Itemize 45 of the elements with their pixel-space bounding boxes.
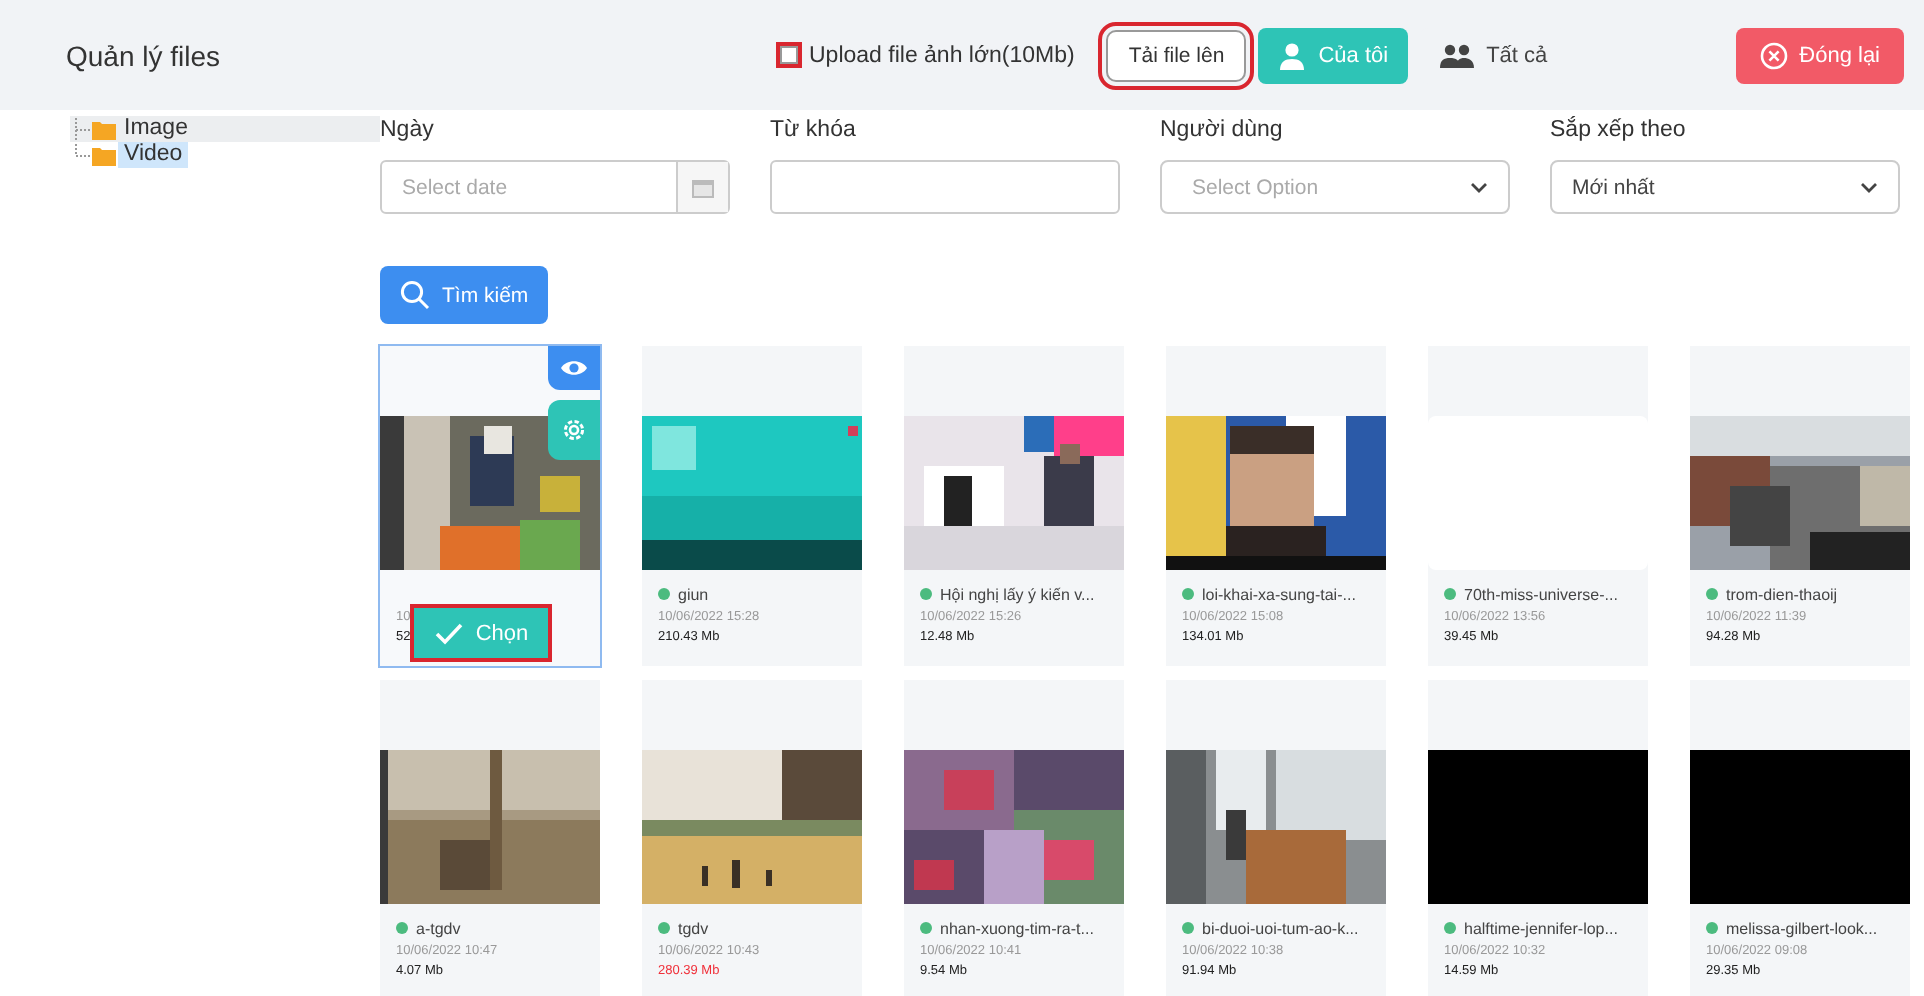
file-name: bi-duoi-uoi-tum-ao-k... bbox=[1202, 919, 1359, 937]
calendar-icon bbox=[692, 177, 714, 197]
status-dot bbox=[1706, 588, 1718, 600]
tree-item[interactable]: Video bbox=[118, 142, 189, 168]
status-dot bbox=[1444, 922, 1456, 934]
eye-icon bbox=[560, 358, 588, 378]
close-icon bbox=[1759, 41, 1788, 69]
chevron-down-icon bbox=[1470, 181, 1488, 193]
settings-button[interactable] bbox=[548, 400, 600, 460]
users-icon bbox=[1440, 43, 1475, 67]
file-name: a-tgdv bbox=[416, 919, 461, 937]
status-dot bbox=[658, 922, 670, 934]
page-title: Quản lý files bbox=[66, 39, 221, 71]
filter-label: Từ khóa bbox=[770, 118, 858, 142]
chevron-down-icon bbox=[1860, 181, 1878, 193]
select-field[interactable]: Mới nhất bbox=[1550, 160, 1900, 214]
file-name: giun bbox=[678, 585, 709, 603]
tree-line-icon bbox=[70, 117, 90, 141]
status-dot bbox=[1182, 588, 1194, 600]
file-name: melissa-gilbert-look... bbox=[1726, 919, 1878, 937]
check-icon bbox=[433, 621, 464, 645]
filter-label: Sắp xếp theo bbox=[1550, 118, 1688, 142]
keyword-field[interactable] bbox=[770, 160, 1120, 214]
settings-icon bbox=[560, 416, 588, 444]
file-name: trom-dien-thaoij bbox=[1726, 585, 1838, 603]
preview-button[interactable] bbox=[548, 346, 600, 390]
filter-label: Người dùng bbox=[1160, 118, 1285, 142]
file-name: halftime-jennifer-lop... bbox=[1464, 919, 1618, 937]
status-dot bbox=[1706, 922, 1718, 934]
status-dot bbox=[920, 588, 932, 600]
folder-icon bbox=[92, 119, 116, 139]
status-dot bbox=[920, 922, 932, 934]
checkbox-label: Upload file ảnh lớn(10Mb) bbox=[809, 43, 1075, 67]
status-dot bbox=[1444, 588, 1456, 600]
file-name: loi-khai-xa-sung-tai-... bbox=[1202, 585, 1356, 603]
file-name: Hội nghị lấy ý kiến v... bbox=[940, 585, 1095, 603]
file-name: tgdv bbox=[678, 919, 709, 937]
file-name: nhan-xuong-tim-ra-t... bbox=[940, 919, 1094, 937]
filter-label: Ngày bbox=[380, 118, 436, 142]
user-icon bbox=[1278, 41, 1307, 69]
search-icon bbox=[400, 280, 430, 310]
status-dot bbox=[658, 588, 670, 600]
status-dot bbox=[1182, 922, 1194, 934]
file-name: 70th-miss-universe-... bbox=[1464, 585, 1618, 603]
status-dot bbox=[396, 922, 408, 934]
